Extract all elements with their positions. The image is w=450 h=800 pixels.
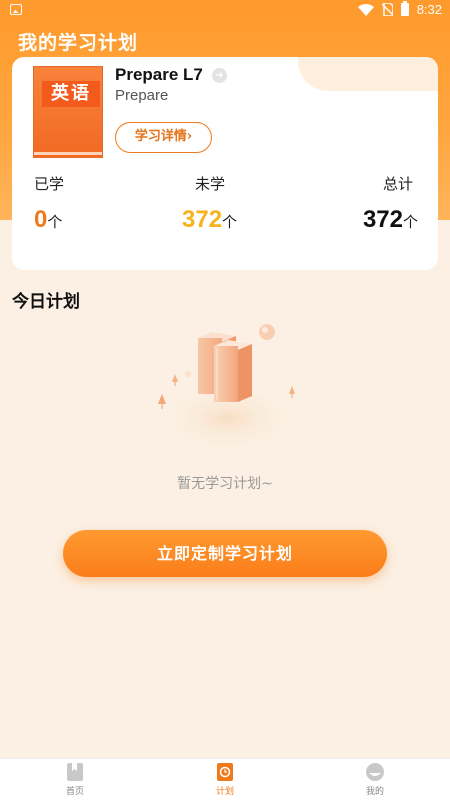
book-cover-label: 英语 [42, 81, 100, 107]
book-cover[interactable]: 英语 [33, 66, 103, 158]
status-bar: 8:32 [0, 0, 450, 22]
stat-unit: 个 [222, 213, 238, 231]
battery-icon [400, 1, 409, 16]
course-card[interactable]: 英语 Prepare L7 ➜ Prepare 学习详情› 已学 0个 未学 3… [12, 57, 438, 270]
stat-unit: 个 [402, 213, 418, 231]
nav-label: 我的 [365, 787, 384, 797]
stat-value: 372 [182, 206, 223, 233]
home-book-icon [67, 763, 83, 781]
stat-label: 未学 [195, 175, 226, 193]
stat-value: 372 [362, 206, 403, 233]
profile-face-icon [366, 763, 384, 781]
course-name[interactable]: Prepare L7 [115, 65, 203, 85]
stat-label: 已学 [34, 175, 65, 193]
gallery-notification-icon [10, 4, 22, 15]
today-plan-title: 今日计划 [12, 292, 80, 312]
bottom-nav: 首页 计划 我的 [0, 758, 450, 800]
status-time: 8:32 [416, 2, 442, 17]
nav-label: 计划 [215, 787, 234, 797]
empty-plan-text: 暂无学习计划~ [177, 476, 273, 492]
create-plan-button[interactable]: 立即定制学习计划 [63, 530, 387, 577]
empty-books-illustration [158, 324, 298, 452]
nav-item-plan[interactable]: 计划 [195, 762, 255, 797]
book-cover-stripe [34, 152, 102, 155]
no-sim-icon [381, 3, 393, 16]
course-subtitle: Prepare [115, 87, 169, 104]
stat-unlearned: 未学 372个 [182, 173, 237, 234]
nav-item-mine[interactable]: 我的 [345, 762, 405, 797]
arrow-right-icon[interactable]: ➜ [212, 68, 227, 83]
nav-item-home[interactable]: 首页 [45, 762, 105, 797]
wifi-icon [357, 3, 374, 16]
page-title: 我的学习计划 [18, 32, 139, 54]
stat-learned: 已学 0个 [34, 173, 64, 234]
stat-label: 总计 [382, 175, 413, 193]
stat-total: 总计 372个 [363, 173, 418, 234]
stat-unit: 个 [47, 213, 63, 231]
card-decoration [298, 57, 438, 91]
study-details-button[interactable]: 学习详情› [115, 122, 212, 153]
nav-label: 首页 [65, 787, 84, 797]
stat-value: 0 [34, 206, 48, 233]
plan-clock-icon [217, 763, 233, 781]
